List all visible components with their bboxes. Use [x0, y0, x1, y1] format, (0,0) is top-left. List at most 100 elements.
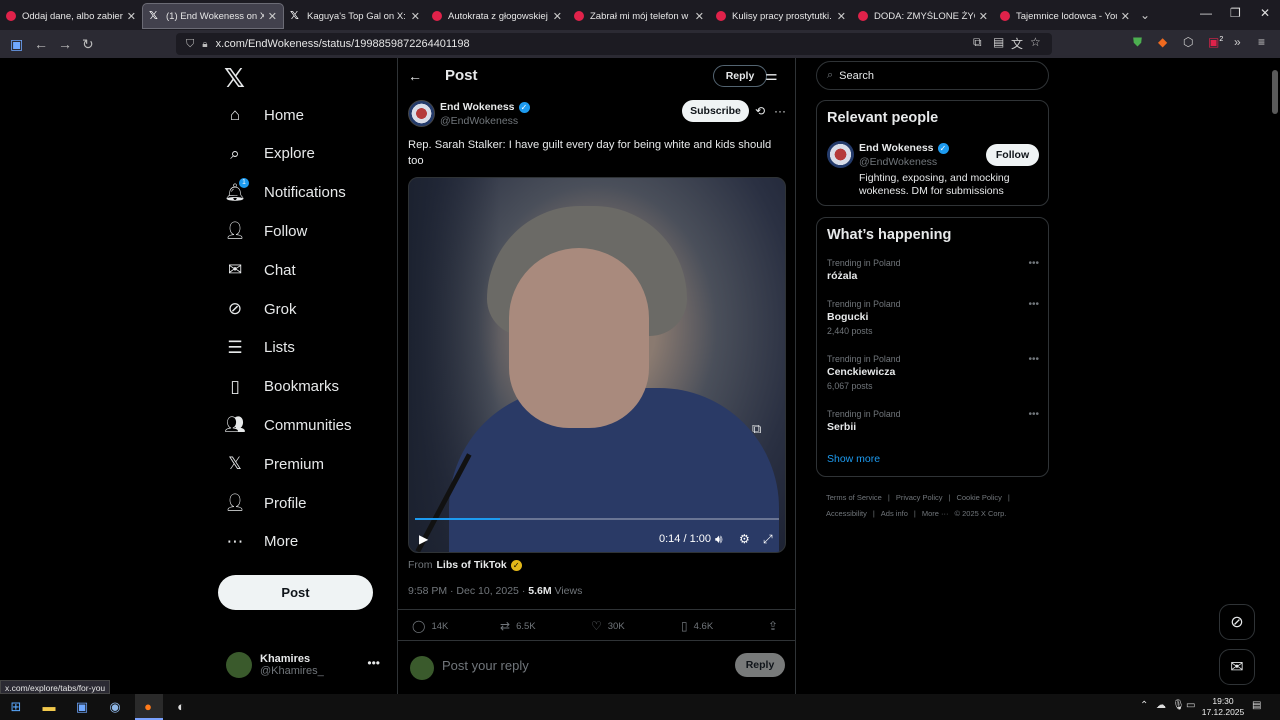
- sidebar-item-premium[interactable]: 𝕏 Premium: [224, 449, 324, 479]
- scrollbar-thumb[interactable]: [1272, 70, 1278, 114]
- footer-link[interactable]: More ···: [922, 509, 949, 518]
- tab-close-icon[interactable]: ✕: [695, 10, 704, 23]
- extensions-icon[interactable]: ⬡: [1183, 35, 1193, 49]
- more-dots-icon[interactable]: •••: [367, 656, 380, 670]
- relevant-person-handle[interactable]: @EndWokeness: [859, 156, 937, 168]
- picture-in-picture-icon[interactable]: ⧉: [752, 421, 761, 437]
- tray-mic-icon[interactable]: 🎙︎: [1172, 700, 1185, 711]
- footer-link[interactable]: Cookie Policy: [956, 493, 1001, 502]
- back-icon[interactable]: ←: [34, 36, 48, 52]
- bookmark-action[interactable]: ▯ 4.6K: [681, 619, 713, 633]
- browser-tab[interactable]: Autokrata z głogowskiej huty ✕: [426, 3, 568, 29]
- firefox-icon[interactable]: ●: [140, 699, 156, 715]
- footer-link[interactable]: Ads info: [881, 509, 908, 518]
- filter-sliders-icon[interactable]: ⚌: [765, 67, 778, 84]
- browser-tab[interactable]: Zabrał mi mój telefon w nocy ✕: [568, 3, 710, 29]
- extension-fox-icon[interactable]: ◆: [1158, 35, 1167, 49]
- account-switcher[interactable]: Khamires @Khamires_ •••: [226, 650, 386, 680]
- like-action[interactable]: ♡ 30K: [591, 619, 625, 633]
- sidebar-item-follow[interactable]: 👤︎ Follow: [224, 216, 307, 246]
- overflow-chevrons-icon[interactable]: »: [1234, 35, 1241, 49]
- x-logo-icon[interactable]: 𝕏: [224, 64, 245, 94]
- file-explorer-icon[interactable]: ▬: [41, 699, 57, 715]
- trend-more-icon[interactable]: •••: [1028, 354, 1039, 365]
- sidebar-item-more[interactable]: ⋯ More: [224, 527, 299, 557]
- show-more-link[interactable]: Show more: [827, 453, 880, 465]
- grok-fab-icon[interactable]: ⊘: [1219, 604, 1255, 640]
- sidebar-item-profile[interactable]: 👤︎ Profile: [224, 488, 306, 518]
- relevant-person-name[interactable]: End Wokeness ✓: [859, 142, 949, 154]
- tab-close-icon[interactable]: ✕: [127, 10, 136, 23]
- video-player[interactable]: ⧉ ▶ 0:14 / 1:00 🔊︎ ⚙ ⤢: [408, 177, 786, 553]
- translate-icon[interactable]: 文: [1011, 35, 1023, 52]
- search-input[interactable]: ⌕ Search: [816, 61, 1049, 90]
- trend-item[interactable]: Trending in Poland Bogucki 2,440 posts •••: [827, 299, 1039, 336]
- footer-link[interactable]: Privacy Policy: [896, 493, 943, 502]
- browser-tab[interactable]: DODA: ZMYŚLONE ŻYCIE I KA ✕: [852, 3, 994, 29]
- extension-shield-icon[interactable]: ⛊: [1133, 35, 1142, 50]
- trend-item[interactable]: Trending in Poland Cenckiewicza 6,067 post…: [827, 354, 1039, 391]
- monitor-app-icon[interactable]: ▣: [74, 699, 90, 715]
- play-icon[interactable]: ▶: [419, 532, 428, 546]
- share-action[interactable]: ⇪: [768, 619, 784, 633]
- tray-display-icon[interactable]: ▭: [1186, 700, 1195, 711]
- footer-link[interactable]: © 2025 X Corp.: [955, 509, 1007, 518]
- menu-icon[interactable]: ≡: [1258, 35, 1265, 49]
- window-close-icon[interactable]: ✕: [1260, 6, 1270, 20]
- author-handle[interactable]: @EndWokeness: [440, 115, 518, 127]
- post-button[interactable]: Post: [218, 575, 373, 610]
- browser-tab[interactable]: 𝕏 Kaguya's Top Gal on X: " ✕: [284, 3, 426, 29]
- trend-item[interactable]: Trending in Poland Serbii •••: [827, 409, 1039, 433]
- steam-icon[interactable]: ◉: [107, 699, 123, 715]
- author-avatar[interactable]: [408, 100, 435, 127]
- fullscreen-icon[interactable]: ⤢: [763, 532, 773, 547]
- scrollbar[interactable]: [1270, 58, 1280, 694]
- post-more-icon[interactable]: ···: [774, 104, 786, 118]
- reply-submit-button[interactable]: Reply: [735, 653, 785, 677]
- sidebar-toggle-icon[interactable]: ▣: [10, 36, 23, 53]
- post-timestamp[interactable]: 9:58 PM · Dec 10, 2025 ·: [408, 585, 528, 597]
- forward-icon[interactable]: →: [58, 36, 72, 52]
- trend-item[interactable]: Trending in Poland różala •••: [827, 258, 1039, 282]
- browser-tab[interactable]: 𝕏 (1) End Wokeness on X: "Rep. ✕: [142, 3, 284, 29]
- grok-icon[interactable]: ⟲: [755, 104, 765, 118]
- tab-close-icon[interactable]: ✕: [1121, 10, 1130, 23]
- video-progress-bar[interactable]: [415, 518, 779, 520]
- sidebar-item-grok[interactable]: ⊘ Grok: [224, 294, 297, 324]
- windows-start-icon[interactable]: ⊞: [8, 699, 24, 715]
- app-icon[interactable]: ◐: [173, 699, 189, 715]
- system-clock[interactable]: 19:30 17.12.2025: [1198, 696, 1248, 718]
- tracking-shield-icon[interactable]: ⛉: [186, 38, 194, 51]
- trend-more-icon[interactable]: •••: [1028, 409, 1039, 420]
- notifications-tray-icon[interactable]: ▤: [1252, 700, 1261, 711]
- tab-close-icon[interactable]: ✕: [411, 10, 420, 23]
- settings-gear-icon[interactable]: ⚙: [739, 532, 750, 546]
- minimize-icon[interactable]: —: [1200, 6, 1212, 20]
- tab-close-icon[interactable]: ✕: [268, 10, 277, 23]
- sidebar-item-lists[interactable]: ☰ Lists: [224, 333, 294, 363]
- sidebar-item-notifications[interactable]: 🔔︎ 1 Notifications: [224, 177, 346, 208]
- reload-icon[interactable]: ↻: [82, 36, 94, 53]
- bookmark-star-icon[interactable]: ☆: [1030, 35, 1041, 49]
- address-bar[interactable]: ⛉ 🔒︎ x.com/EndWokeness/status/1998859872…: [176, 33, 1052, 55]
- sidebar-item-explore[interactable]: ⌕ Explore: [224, 139, 315, 169]
- tab-close-icon[interactable]: ✕: [553, 10, 562, 23]
- back-arrow-icon[interactable]: ←: [408, 68, 422, 84]
- subscribe-button[interactable]: Subscribe: [682, 100, 749, 122]
- tab-list-chevron-icon[interactable]: ⌄: [1140, 8, 1150, 22]
- tray-chevron-icon[interactable]: ⌃: [1140, 700, 1148, 711]
- sidebar-item-chat[interactable]: ✉ Chat: [224, 255, 296, 285]
- reply-action[interactable]: ◯ 14K: [412, 619, 448, 633]
- messages-fab-icon[interactable]: ✉: [1219, 649, 1255, 685]
- volume-icon[interactable]: 🔊︎: [715, 532, 723, 547]
- maximize-icon[interactable]: ❐: [1230, 6, 1241, 20]
- from-account-link[interactable]: Libs of TikTok: [437, 559, 507, 571]
- reply-input[interactable]: Post your reply: [442, 658, 529, 673]
- tray-network-icon[interactable]: ☁: [1156, 700, 1166, 711]
- relevant-person-avatar[interactable]: [827, 141, 854, 168]
- footer-link[interactable]: Terms of Service: [826, 493, 882, 502]
- reply-top-button[interactable]: Reply: [713, 65, 767, 87]
- browser-tab[interactable]: Tajemnice lodowca - YouTube ✕: [994, 3, 1136, 29]
- reader-view-icon[interactable]: ▤: [993, 35, 1004, 49]
- pip-toggle-icon[interactable]: ⧉: [973, 35, 982, 50]
